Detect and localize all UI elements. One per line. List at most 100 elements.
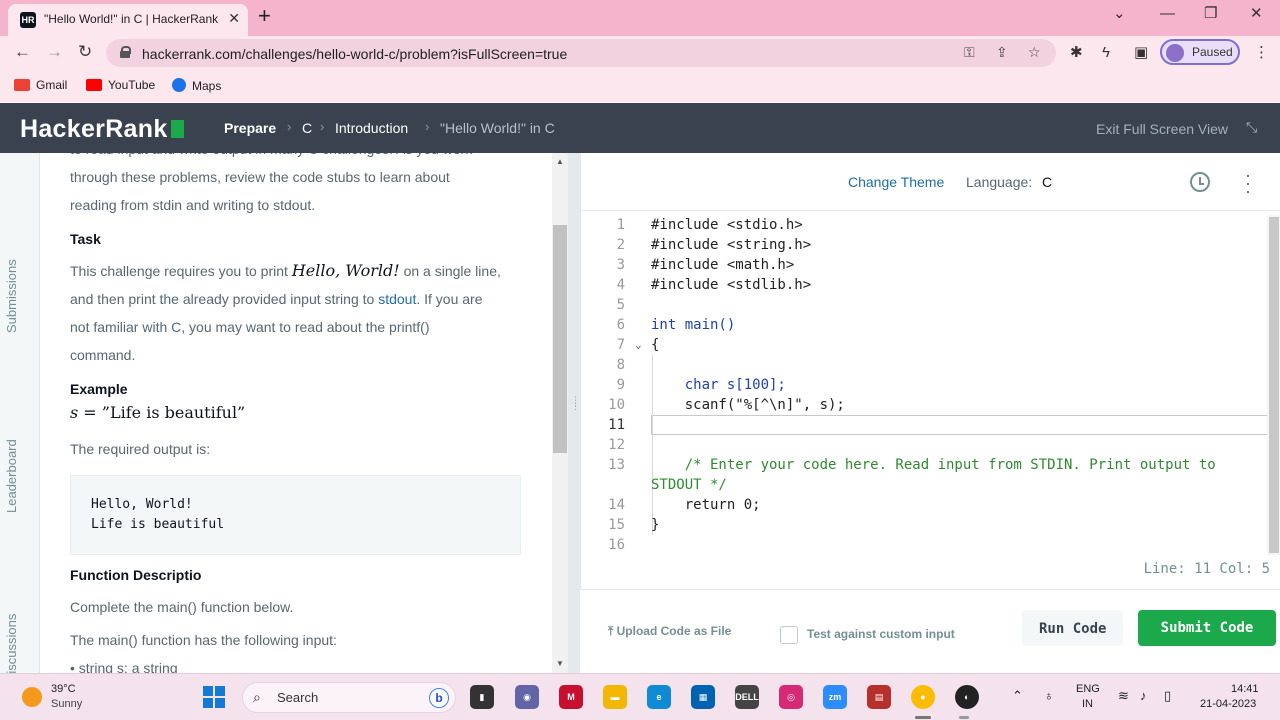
code-line[interactable]: 10 scanf("%[^\n]", s); xyxy=(581,395,1267,415)
code-line[interactable]: 16 xyxy=(581,535,1267,555)
windows-start-icon[interactable] xyxy=(203,686,225,708)
problem-scrollbar[interactable]: ▲ ▼ xyxy=(552,153,568,673)
profile-button[interactable]: Paused xyxy=(1160,39,1240,65)
code-line-wrapped[interactable]: STDOUT */ xyxy=(581,475,1267,495)
code-line[interactable]: 4 #include <stdlib.h> xyxy=(581,275,1267,295)
bookmark-maps[interactable]: Maps xyxy=(172,78,221,93)
forward-arrow-icon[interactable]: → xyxy=(46,42,63,62)
task-view-icon[interactable]: ▮ xyxy=(470,685,494,709)
file-explorer-icon[interactable]: ▬ xyxy=(603,685,627,709)
clock-date[interactable]: 21-04-2023 xyxy=(1200,698,1256,710)
code-line[interactable]: 12 xyxy=(581,435,1267,455)
volume-icon[interactable]: ♪ xyxy=(1140,688,1147,703)
address-bar[interactable]: hackerrank.com/challenges/hello-world-c/… xyxy=(106,39,1056,67)
chrome-icon[interactable]: ● xyxy=(911,685,935,709)
browser-menu-icon[interactable]: ⋮ xyxy=(1254,44,1269,62)
bookmark-star-icon[interactable]: ☆ xyxy=(1028,44,1041,61)
scroll-up-arrow-icon[interactable]: ▲ xyxy=(556,157,564,166)
instagram-icon[interactable]: ◎ xyxy=(779,685,803,709)
custom-input-checkbox[interactable] xyxy=(780,626,798,644)
code-area[interactable]: 1 #include <stdio.h> 2 #include <string.h>… xyxy=(581,215,1280,555)
edge-icon[interactable]: e xyxy=(647,685,671,709)
hackerrank-logo[interactable]: HackerRank xyxy=(20,115,184,144)
more-options-icon[interactable]: · · · xyxy=(1245,166,1251,200)
extension-bolt-icon[interactable]: ϟ xyxy=(1102,44,1110,62)
extensions-puzzle-icon[interactable]: ✱ xyxy=(1070,44,1083,62)
language-select[interactable]: C xyxy=(1042,174,1052,190)
run-code-button[interactable]: Run Code xyxy=(1022,610,1124,646)
microsoft-store-icon[interactable]: ▦ xyxy=(691,685,715,709)
browser-tab[interactable]: HR "Hello World!" in C | HackerRank ✕ xyxy=(8,4,248,36)
keyboard-region[interactable]: IN xyxy=(1082,698,1093,710)
exit-fullscreen-link[interactable]: Exit Full Screen View xyxy=(1096,121,1228,137)
sample-output-box: Hello, World! Life is beautiful xyxy=(70,475,521,555)
breadcrumb-introduction[interactable]: Introduction xyxy=(335,120,408,136)
obs-icon[interactable]: ◐ xyxy=(955,685,979,709)
code-line[interactable]: 6 int main() xyxy=(581,315,1267,335)
teams-chat-icon[interactable]: ◉ xyxy=(515,685,539,709)
side-panel-icon[interactable]: ▣ xyxy=(1134,44,1148,62)
bookmark-youtube[interactable]: YouTube xyxy=(86,78,155,92)
pane-resize-handle[interactable]: ⋮ ⋮ ⋮ xyxy=(568,153,580,673)
required-output-text: The required output is: xyxy=(70,441,211,457)
code-line[interactable]: 15} xyxy=(581,515,1267,535)
stdout-link[interactable]: stdout xyxy=(378,291,416,307)
clock-time[interactable]: 14:41 xyxy=(1231,683,1259,695)
code-line[interactable]: 9 char s[100]; xyxy=(581,375,1267,395)
scroll-down-arrow-icon[interactable]: ▼ xyxy=(556,659,564,668)
breadcrumb-prepare[interactable]: Prepare xyxy=(224,120,276,136)
bookmark-gmail[interactable]: Gmail xyxy=(14,78,67,92)
scrollbar-thumb[interactable] xyxy=(553,225,567,453)
back-arrow-icon[interactable]: ← xyxy=(14,42,31,62)
code-line-active[interactable]: 11 xyxy=(581,415,1267,435)
fold-chevron-icon[interactable]: ⌄ xyxy=(635,335,642,355)
url-text[interactable]: hackerrank.com/challenges/hello-world-c/… xyxy=(142,46,567,62)
taskbar-search-input[interactable]: ⌕ Search b xyxy=(242,682,456,713)
code-line[interactable]: 8 xyxy=(581,355,1267,375)
browser-tab-bar: HR "Hello World!" in C | HackerRank ✕ + … xyxy=(0,0,1280,36)
code-line[interactable]: 7 ⌄{ xyxy=(581,335,1267,355)
new-tab-icon[interactable]: + xyxy=(258,4,271,28)
microphone-icon[interactable]: ♁ xyxy=(1044,688,1054,703)
dell-icon[interactable]: DELL xyxy=(735,685,759,709)
task-heading: Task xyxy=(70,231,101,247)
code-line[interactable]: 13 /* Enter your code here. Read input f… xyxy=(581,455,1267,475)
lock-icon[interactable] xyxy=(120,46,131,58)
reload-icon[interactable]: ↻ xyxy=(78,42,92,62)
code-line[interactable]: 3 #include <math.h> xyxy=(581,255,1267,275)
custom-input-label[interactable]: Test against custom input xyxy=(807,627,955,641)
upload-code-button[interactable]: ⤒ Upload Code as File xyxy=(608,624,731,639)
tab-close-icon[interactable]: ✕ xyxy=(228,10,240,27)
tab-leaderboard[interactable]: Leaderboard xyxy=(4,439,19,513)
sun-icon[interactable] xyxy=(22,687,42,707)
code-line[interactable]: 2 #include <string.h> xyxy=(581,235,1267,255)
share-icon[interactable]: ⇪ xyxy=(996,44,1008,61)
minimize-icon[interactable]: — xyxy=(1160,4,1175,24)
weather-condition[interactable]: Sunny xyxy=(51,698,82,710)
keyboard-language[interactable]: ENG xyxy=(1076,683,1100,695)
tab-submissions[interactable]: Submissions xyxy=(4,259,19,333)
code-line[interactable]: 14 return 0; xyxy=(581,495,1267,515)
history-icon[interactable] xyxy=(1190,172,1210,192)
pdf-app-icon[interactable]: ▤ xyxy=(867,685,891,709)
code-line[interactable]: 1 #include <stdio.h> xyxy=(581,215,1267,235)
battery-icon[interactable]: ▯ xyxy=(1164,688,1171,704)
tray-chevron-up-icon[interactable]: ⌃ xyxy=(1012,688,1023,704)
tab-search-chevron-icon[interactable]: ⌄ xyxy=(1113,4,1126,24)
breadcrumb-c[interactable]: C xyxy=(302,120,312,136)
submit-code-button[interactable]: Submit Code xyxy=(1138,610,1276,646)
editor-scrollbar[interactable] xyxy=(1267,215,1280,555)
mcafee-icon[interactable]: M xyxy=(559,685,583,709)
window-close-icon[interactable]: ✕ xyxy=(1250,4,1263,24)
zoom-icon[interactable]: zm xyxy=(823,685,847,709)
bing-icon[interactable]: b xyxy=(429,688,449,708)
example-formula: s = ”Life is beautiful” xyxy=(70,403,246,422)
restore-icon[interactable]: ❐ xyxy=(1204,4,1217,24)
weather-temperature[interactable]: 39°C xyxy=(51,683,76,695)
exit-fullscreen-icon[interactable]: ⤡ xyxy=(1246,119,1257,136)
code-line[interactable]: 5 xyxy=(581,295,1267,315)
change-theme-button[interactable]: Change Theme xyxy=(848,174,944,190)
key-icon[interactable]: ⚿ xyxy=(964,44,975,61)
wifi-icon[interactable]: ≋ xyxy=(1118,688,1129,704)
editor-scrollbar-thumb[interactable] xyxy=(1269,217,1279,553)
